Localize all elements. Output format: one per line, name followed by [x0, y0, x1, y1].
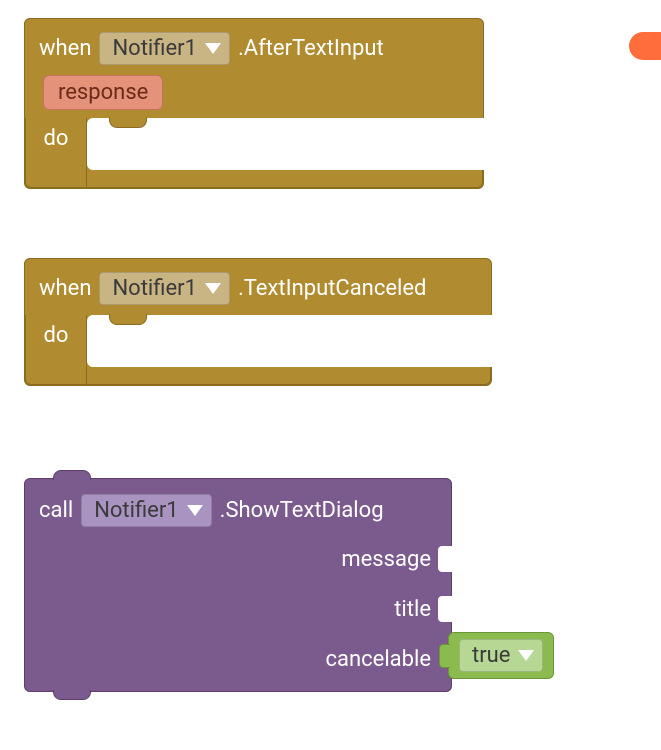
- event-block-after-text-input[interactable]: when Notifier1 .AfterTextInput response …: [24, 18, 484, 189]
- event-block-text-input-canceled[interactable]: when Notifier1 .TextInputCanceled do: [24, 258, 492, 386]
- keyword-when: when: [39, 276, 91, 301]
- event-params: response: [43, 75, 469, 110]
- side-tab[interactable]: [629, 32, 661, 60]
- input-socket[interactable]: [438, 596, 452, 622]
- event-head: when Notifier1 .AfterTextInput: [39, 29, 469, 67]
- component-name: Notifier1: [94, 498, 178, 523]
- method-name: .ShowTextDialog: [220, 498, 384, 523]
- component-dropdown[interactable]: Notifier1: [99, 32, 229, 65]
- arg-cancelable: cancelable: [326, 639, 452, 679]
- chevron-down-icon: [205, 283, 221, 294]
- do-label: do: [25, 118, 87, 188]
- do-slot[interactable]: [87, 315, 493, 367]
- chevron-down-icon: [187, 505, 203, 516]
- event-block-header: when Notifier1 .TextInputCanceled do: [24, 258, 492, 386]
- input-socket[interactable]: [438, 546, 452, 572]
- arg-label: message: [341, 547, 431, 572]
- component-dropdown[interactable]: Notifier1: [99, 272, 229, 305]
- arg-label: title: [394, 597, 431, 622]
- boolean-dropdown[interactable]: true: [459, 639, 543, 672]
- arg-label: cancelable: [326, 647, 432, 672]
- boolean-value: true: [472, 643, 510, 668]
- value-block-true[interactable]: true: [448, 632, 554, 679]
- keyword-call: call: [39, 498, 73, 523]
- component-name: Notifier1: [112, 36, 196, 61]
- arg-message: message: [341, 539, 451, 579]
- event-head: when Notifier1 .TextInputCanceled: [39, 269, 477, 307]
- event-name: .AfterTextInput: [238, 36, 384, 61]
- event-name: .TextInputCanceled: [238, 276, 427, 301]
- block-foot: [25, 170, 483, 188]
- block-foot: [25, 367, 491, 385]
- call-args: message title cancelable: [39, 539, 451, 679]
- param-response[interactable]: response: [43, 75, 163, 110]
- call-block-show-text-dialog[interactable]: call Notifier1 .ShowTextDialog message t…: [24, 478, 452, 692]
- do-label: do: [25, 315, 87, 385]
- keyword-when: when: [39, 36, 91, 61]
- chevron-down-icon: [205, 43, 221, 54]
- chevron-down-icon: [518, 650, 534, 661]
- call-head: call Notifier1 .ShowTextDialog: [39, 491, 451, 529]
- component-dropdown[interactable]: Notifier1: [81, 494, 211, 527]
- component-name: Notifier1: [112, 276, 196, 301]
- do-slot[interactable]: [87, 118, 485, 170]
- event-block-header: when Notifier1 .AfterTextInput response …: [24, 18, 484, 189]
- arg-title: title: [394, 589, 451, 629]
